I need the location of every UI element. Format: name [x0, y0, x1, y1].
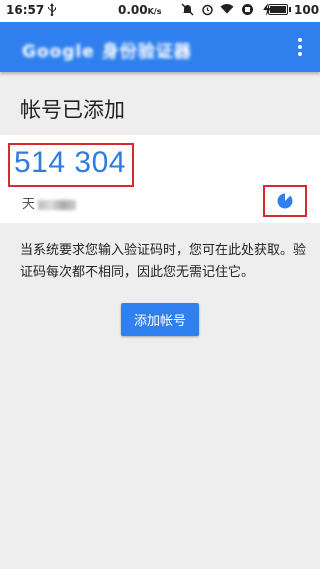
mute-icon — [180, 2, 194, 16]
status-bar: 16:57 0.00K/s 100 — [0, 0, 320, 22]
network-speed: 0.00K/s — [118, 3, 162, 17]
description-text: 当系统要求您输入验证码时，您可在此处获取。验证码每次都不相同，因此您无需记住它。 — [20, 243, 307, 280]
add-account-button[interactable]: 添加帐号 — [121, 303, 199, 336]
account-card[interactable]: 514 304 天 — [0, 135, 320, 223]
app-title: Google 身份验证器 — [22, 42, 192, 62]
more-vert-icon[interactable] — [290, 35, 310, 59]
alarm-icon — [200, 2, 214, 16]
countdown-timer-icon — [277, 193, 293, 209]
timer-highlight — [263, 185, 307, 217]
status-icons — [180, 2, 274, 16]
verification-code[interactable]: 514 304 — [14, 146, 126, 180]
page-title: 帐号已添加 — [20, 98, 125, 122]
battery-percent: 100 — [294, 3, 320, 17]
app-bar: Google 身份验证器 — [0, 22, 320, 72]
account-name-redacted — [38, 199, 77, 210]
battery-icon — [268, 4, 291, 15]
sync-icon — [240, 2, 254, 16]
usb-icon — [47, 3, 57, 19]
network-speed-value: 0.00 — [118, 3, 148, 17]
account-name-prefix: 天 — [22, 197, 36, 212]
account-name: 天 — [22, 193, 77, 212]
status-time: 16:57 — [6, 3, 45, 17]
network-speed-unit: K/s — [147, 7, 162, 16]
wifi-icon — [220, 2, 234, 16]
